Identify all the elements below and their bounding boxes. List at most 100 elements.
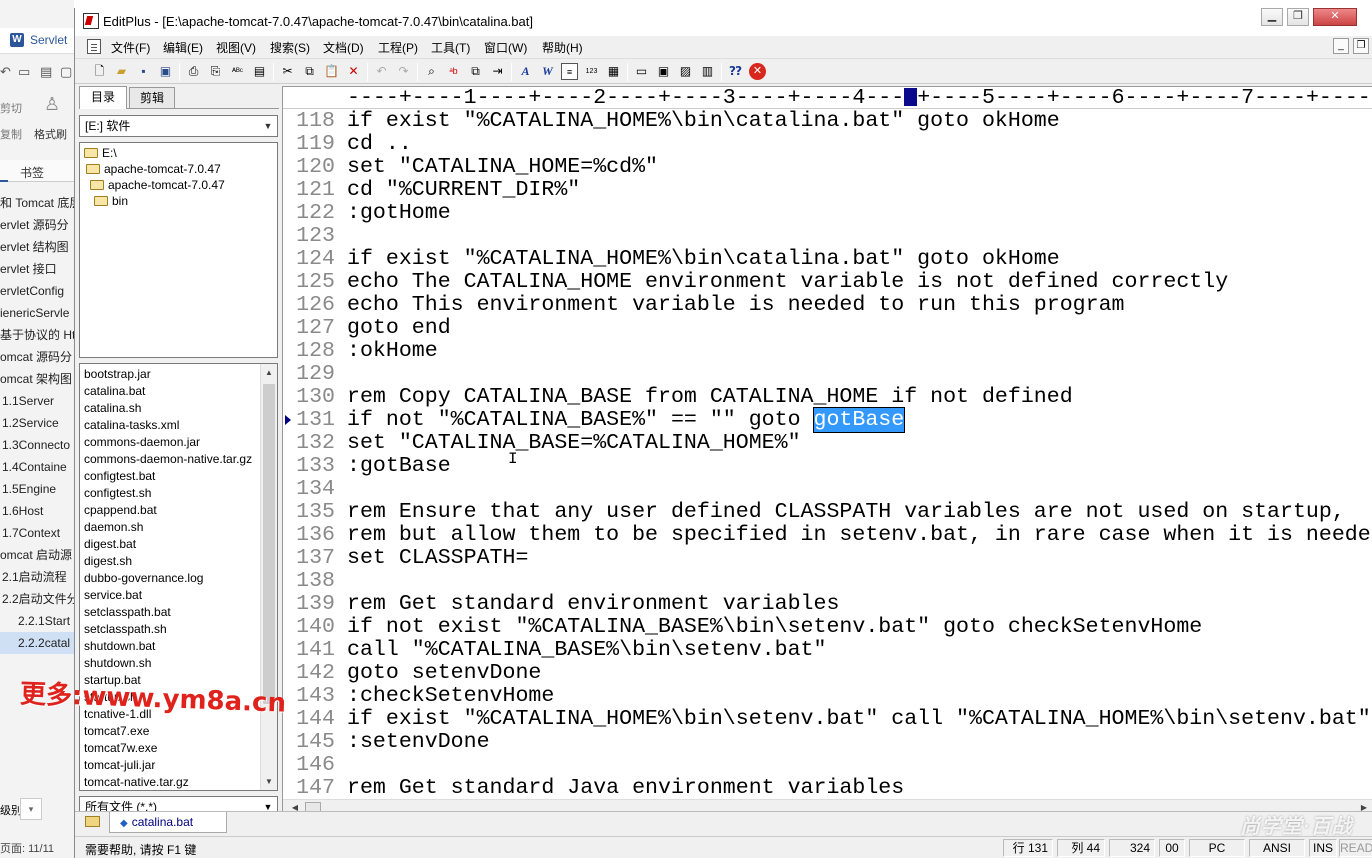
nav-item[interactable]: 1.1Server <box>0 390 74 412</box>
nav-item[interactable]: 2.2.2catal <box>0 632 74 654</box>
nav-item[interactable]: ervlet 结构图 <box>0 236 74 258</box>
tree-node-bin[interactable]: bin <box>94 193 128 209</box>
html-preview-icon[interactable]: ▤ <box>251 63 268 80</box>
file-list-item[interactable]: configtest.bat <box>84 468 155 485</box>
nav-item[interactable]: ervlet 源码分 <box>0 214 74 236</box>
nav-item[interactable]: ienericServle <box>0 302 74 324</box>
status-insert-mode[interactable]: INS <box>1309 839 1337 857</box>
goto-line-icon[interactable]: ⇥ <box>489 63 506 80</box>
format-painter-icon[interactable]: ♙ <box>44 94 60 115</box>
settings-icon[interactable]: ▦ <box>605 63 622 80</box>
file-list-item[interactable]: digest.sh <box>84 553 132 570</box>
maximize-icon[interactable]: ❐ <box>1287 8 1309 26</box>
file-list-item[interactable]: tomcat7w.exe <box>84 740 157 757</box>
file-list-item[interactable]: commons-daemon-native.tar.gz <box>84 451 252 468</box>
code-line[interactable]: 124 if exist "%CATALINA_HOME%\bin\catalin… <box>283 248 1372 271</box>
close-icon[interactable]: ✕ <box>1313 8 1357 26</box>
status-line-ending[interactable]: PC <box>1189 839 1245 857</box>
scroll-up-icon[interactable]: ▲ <box>261 364 277 381</box>
undo-icon[interactable]: ↶ <box>0 64 11 80</box>
code-line[interactable]: 136 rem but allow them to be specified in… <box>283 524 1372 547</box>
menu-document[interactable]: 文档(D) <box>323 39 364 56</box>
status-encoding[interactable]: ANSI <box>1249 839 1305 857</box>
nav-item[interactable]: 1.5Engine <box>0 478 74 500</box>
code-line[interactable]: 138 <box>283 570 1372 593</box>
selected-text[interactable]: gotBase <box>812 407 906 433</box>
print-preview-icon[interactable]: ⎙ <box>185 63 202 80</box>
nav-item[interactable]: 1.3Connecto <box>0 434 74 456</box>
file-list-item[interactable]: cpappend.bat <box>84 502 157 519</box>
menu-view[interactable]: 视图(V) <box>216 39 256 56</box>
level-selector[interactable]: 级别 ▾ <box>0 798 74 820</box>
paste-icon[interactable]: 📋 <box>323 63 340 80</box>
chevron-down-icon[interactable]: ▼ <box>261 119 275 133</box>
nav-item[interactable]: 1.4Containe <box>0 456 74 478</box>
mdi-minimize-icon[interactable]: _ <box>1333 38 1349 54</box>
scroll-down-icon[interactable]: ▼ <box>261 773 277 790</box>
file-list-item[interactable]: dubbo-governance.log <box>84 570 203 587</box>
bookmark-tab[interactable]: 书签 <box>0 160 74 182</box>
menu-tools[interactable]: 工具(T) <box>431 39 470 56</box>
folder-icon[interactable] <box>85 816 100 827</box>
minimize-icon[interactable]: ▁ <box>1261 8 1283 26</box>
copy-button[interactable]: 复制 <box>0 126 22 142</box>
tree-node-tomcat-inner[interactable]: apache-tomcat-7.0.47 <box>90 177 225 193</box>
tab-directory[interactable]: 目录 <box>79 86 127 109</box>
code-line[interactable]: 147 rem Get standard Java environment var… <box>283 777 1372 799</box>
menu-search[interactable]: 搜索(S) <box>270 39 310 56</box>
new-file-icon[interactable]: 🗋 <box>91 63 108 80</box>
save-all-icon[interactable]: ▣ <box>157 63 174 80</box>
title-bar[interactable]: EditPlus - [E:\apache-tomcat-7.0.47\apac… <box>75 8 1372 36</box>
code-line[interactable]: 133:gotBase <box>283 455 1372 478</box>
file-list-item[interactable]: bootstrap.jar <box>84 366 151 383</box>
file-list-item[interactable]: tomcat-native.tar.gz <box>84 774 189 790</box>
code-line[interactable]: 120 set "CATALINA_HOME=%cd%" <box>283 156 1372 179</box>
code-line[interactable]: 140 if not exist "%CATALINA_BASE%\bin\set… <box>283 616 1372 639</box>
status-read-mode[interactable]: READ <box>1339 839 1372 857</box>
code-line[interactable]: 122:gotHome <box>283 202 1372 225</box>
file-list-item[interactable]: tomcat-juli.jar <box>84 757 155 774</box>
nav-item[interactable]: 1.6Host <box>0 500 74 522</box>
file-list-item[interactable]: setclasspath.bat <box>84 604 171 621</box>
cut-icon[interactable]: ✂ <box>279 63 296 80</box>
code-line[interactable]: 125 echo The CATALINA_HOME environment va… <box>283 271 1372 294</box>
tab-cliptext[interactable]: 剪辑 <box>129 87 175 108</box>
print-icon[interactable]: ▤ <box>40 64 52 80</box>
file-list-item[interactable]: setclasspath.sh <box>84 621 167 638</box>
file-list-item[interactable]: configtest.sh <box>84 485 151 502</box>
code-line[interactable]: 118 if exist "%CATALINA_HOME%\bin\catalin… <box>283 110 1372 133</box>
nav-item[interactable]: omcat 源码分 <box>0 346 74 368</box>
code-line[interactable]: 128:okHome <box>283 340 1372 363</box>
file-list-item[interactable]: catalina.bat <box>84 383 145 400</box>
replace-icon[interactable]: ᵃb <box>445 63 462 80</box>
fullscreen-icon[interactable]: ▥ <box>699 63 716 80</box>
nav-item[interactable]: 2.2启动文件分 <box>0 588 74 610</box>
code-area[interactable]: 118 if exist "%CATALINA_HOME%\bin\catalin… <box>283 110 1372 798</box>
help-icon[interactable]: ⁇ <box>727 63 744 80</box>
file-list-item[interactable]: catalina.sh <box>84 400 141 417</box>
background-doc-tab[interactable]: W Servlet <box>0 28 74 54</box>
output-window-icon[interactable]: ▨ <box>677 63 694 80</box>
code-line[interactable]: 134 <box>283 478 1372 501</box>
cliptext-icon[interactable]: ▭ <box>633 63 650 80</box>
code-line[interactable]: 144 if exist "%CATALINA_HOME%\bin\setenv.… <box>283 708 1372 731</box>
mdi-restore-icon[interactable]: ❐ <box>1353 38 1369 54</box>
menu-help[interactable]: 帮助(H) <box>542 39 583 56</box>
file-list-item[interactable]: digest.bat <box>84 536 136 553</box>
code-line[interactable]: 135 rem Ensure that any user defined CLAS… <box>283 501 1372 524</box>
file-list-item[interactable]: shutdown.bat <box>84 638 155 655</box>
code-line[interactable]: 123 <box>283 225 1372 248</box>
document-tab[interactable]: ◆ catalina.bat <box>109 812 227 833</box>
redo-icon[interactable]: ↷ <box>395 63 412 80</box>
nav-item[interactable]: 2.2.1Start <box>0 610 74 632</box>
code-line[interactable]: 131 if not "%CATALINA_BASE%" == "" goto g… <box>283 407 1372 433</box>
code-line[interactable]: 121 cd "%CURRENT_DIR%" <box>283 179 1372 202</box>
document-icon[interactable] <box>87 39 101 54</box>
code-line[interactable]: 141 call "%CATALINA_BASE%\bin\setenv.bat" <box>283 639 1372 662</box>
copy-icon[interactable]: ⧉ <box>301 63 318 80</box>
file-list-item[interactable]: catalina-tasks.xml <box>84 417 179 434</box>
save-icon[interactable]: ▭ <box>18 64 30 80</box>
find-in-files-icon[interactable]: ⧉ <box>467 63 484 80</box>
code-line[interactable]: 146 <box>283 754 1372 777</box>
directory-icon[interactable]: ▣ <box>655 63 672 80</box>
